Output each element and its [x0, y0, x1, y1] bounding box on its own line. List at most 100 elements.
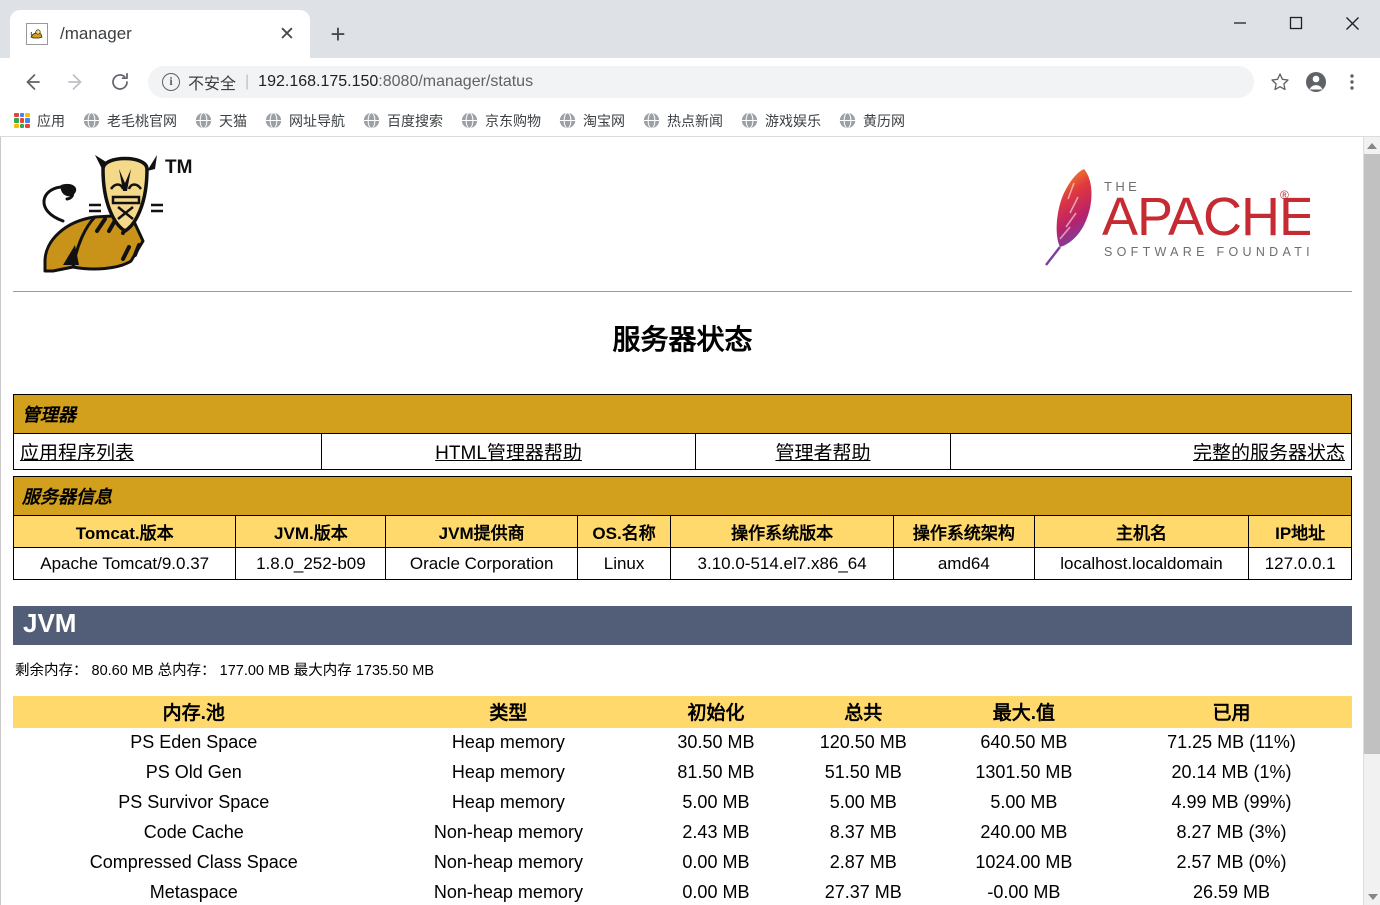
bookmark-item[interactable]: 黄历网 [839, 111, 905, 131]
globe-icon [461, 112, 478, 129]
scrollbar-thumb[interactable] [1364, 154, 1380, 754]
omnibox-separator: | [245, 73, 249, 91]
server-info-band-label: 服务器信息 [14, 477, 1352, 516]
apps-grid-icon [14, 113, 30, 129]
cell-pool-initial: 0.00 MB [642, 878, 789, 905]
reload-icon[interactable] [103, 65, 137, 99]
globe-icon [559, 112, 576, 129]
table-row: PS Eden Space Heap memory 30.50 MB 120.5… [13, 728, 1352, 758]
manager-link-cell[interactable]: 完整的服务器状态 [950, 434, 1351, 470]
col-header-ip-address: IP地址 [1249, 516, 1352, 548]
new-tab-button[interactable]: + [318, 14, 358, 54]
globe-icon [363, 112, 380, 129]
memory-pools-header-row: 内存.池 类型 初始化 总共 最大.值 已用 [13, 696, 1352, 728]
bookmark-apps[interactable]: 应用 [14, 111, 65, 131]
manager-link-cell[interactable]: 应用程序列表 [14, 434, 322, 470]
address-bar[interactable]: i 不安全 | 192.168.175.150:8080/manager/sta… [148, 66, 1254, 98]
cell-pool-name: PS Survivor Space [13, 788, 375, 818]
cell-pool-name: PS Eden Space [13, 728, 375, 758]
header-divider [13, 291, 1352, 292]
minimize-icon[interactable] [1212, 0, 1268, 46]
link-manager-help[interactable]: 管理者帮助 [775, 443, 870, 464]
three-dot-menu-icon[interactable] [1334, 64, 1370, 100]
link-applications-list[interactable]: 应用程序列表 [20, 443, 134, 464]
bookmark-item[interactable]: 淘宝网 [559, 111, 625, 131]
cell-pool-initial: 5.00 MB [642, 788, 789, 818]
cell-ip-address: 127.0.0.1 [1249, 548, 1352, 580]
maximize-icon[interactable] [1268, 0, 1324, 46]
link-html-manager-help[interactable]: HTML管理器帮助 [435, 443, 582, 464]
cell-pool-max: 5.00 MB [937, 788, 1111, 818]
close-icon[interactable] [1324, 0, 1380, 46]
col-header-maximum: 最大.值 [937, 696, 1111, 728]
server-info-header-row: Tomcat.版本 JVM.版本 JVM提供商 OS.名称 操作系统版本 操作系… [14, 516, 1352, 548]
forward-arrow-icon[interactable] [59, 65, 93, 99]
not-secure-label: 不安全 [188, 70, 236, 94]
globe-icon [643, 112, 660, 129]
window-controls [1212, 0, 1380, 46]
bookmark-label: 老毛桃官网 [107, 111, 177, 131]
col-header-type: 类型 [375, 696, 643, 728]
logo-row: TM THE [13, 145, 1352, 285]
cell-pool-initial: 0.00 MB [642, 848, 789, 878]
apache-name-label: APACHE [1102, 187, 1310, 247]
link-complete-server-status[interactable]: 完整的服务器状态 [1193, 443, 1345, 464]
browser-tab-strip: /manager ✕ + [0, 0, 1380, 58]
col-header-initial: 初始化 [642, 696, 789, 728]
server-info-band-row: 服务器信息 [14, 477, 1352, 516]
server-info-table: 服务器信息 Tomcat.版本 JVM.版本 JVM提供商 OS.名称 操作系统… [13, 476, 1352, 580]
cell-pool-max: -0.00 MB [937, 878, 1111, 905]
cell-pool-name: Metaspace [13, 878, 375, 905]
cell-pool-used: 4.99 MB (99%) [1111, 788, 1352, 818]
cell-hostname: localhost.localdomain [1034, 548, 1249, 580]
bookmark-item[interactable]: 天猫 [195, 111, 247, 131]
globe-icon [741, 112, 758, 129]
bookmark-item[interactable]: 京东购物 [461, 111, 541, 131]
manager-link-cell[interactable]: 管理者帮助 [696, 434, 950, 470]
bookmark-label: 应用 [37, 111, 65, 131]
info-circle-icon[interactable]: i [162, 73, 180, 91]
manager-band-row: 管理器 [14, 395, 1352, 434]
manager-link-cell[interactable]: HTML管理器帮助 [321, 434, 696, 470]
cell-pool-used: 71.25 MB (11%) [1111, 728, 1352, 758]
col-header-jvm-version: JVM.版本 [236, 516, 386, 548]
page-vertical-scrollbar[interactable] [1363, 137, 1380, 905]
browser-tab[interactable]: /manager ✕ [10, 10, 310, 58]
col-header-memory-pool: 内存.池 [13, 696, 375, 728]
bookmark-item[interactable]: 游戏娱乐 [741, 111, 821, 131]
scrollbar-up-arrow-icon[interactable] [1364, 137, 1380, 154]
bookmarks-bar: 应用 老毛桃官网 天猫 网址导航 百度搜索 京东购物 淘宝网 热点新闻 游戏娱乐… [0, 105, 1380, 137]
bookmark-label: 京东购物 [485, 111, 541, 131]
url-path: :8080/manager/status [378, 73, 533, 90]
tab-close-icon[interactable]: ✕ [274, 21, 300, 47]
col-header-os-name: OS.名称 [577, 516, 670, 548]
cell-pool-type: Non-heap memory [375, 878, 643, 905]
bookmark-item[interactable]: 网址导航 [265, 111, 345, 131]
jvm-memory-summary: 剩余内存： 80.60 MB 总内存： 177.00 MB 最大内存 1735.… [15, 659, 1352, 680]
profile-avatar-icon[interactable] [1298, 64, 1334, 100]
scrollbar-down-arrow-icon[interactable] [1364, 888, 1380, 905]
cell-pool-type: Heap memory [375, 728, 643, 758]
globe-icon [265, 112, 282, 129]
star-icon[interactable] [1262, 64, 1298, 100]
tomcat-manager-status-page: TM THE [1, 137, 1364, 905]
tomcat-logo: TM [23, 149, 218, 284]
page-viewport: TM THE [0, 137, 1380, 905]
col-header-used: 已用 [1111, 696, 1352, 728]
bookmark-item[interactable]: 百度搜索 [363, 111, 443, 131]
bookmark-item[interactable]: 热点新闻 [643, 111, 723, 131]
address-bar-url: 192.168.175.150:8080/manager/status [258, 73, 533, 91]
bookmark-item[interactable]: 老毛桃官网 [83, 111, 177, 131]
cell-pool-total: 5.00 MB [790, 788, 937, 818]
cell-pool-name: Code Cache [13, 818, 375, 848]
cell-jvm-vendor: Oracle Corporation [386, 548, 578, 580]
trademark-label: TM [165, 157, 192, 178]
cell-pool-type: Heap memory [375, 788, 643, 818]
table-row: Metaspace Non-heap memory 0.00 MB 27.37 … [13, 878, 1352, 905]
cell-pool-used: 20.14 MB (1%) [1111, 758, 1352, 788]
apache-logo: THE APACHE ® SOFTWARE FOUNDATION [1040, 163, 1310, 273]
cell-pool-initial: 81.50 MB [642, 758, 789, 788]
back-arrow-icon[interactable] [15, 65, 49, 99]
cell-pool-initial: 2.43 MB [642, 818, 789, 848]
cell-pool-type: Heap memory [375, 758, 643, 788]
